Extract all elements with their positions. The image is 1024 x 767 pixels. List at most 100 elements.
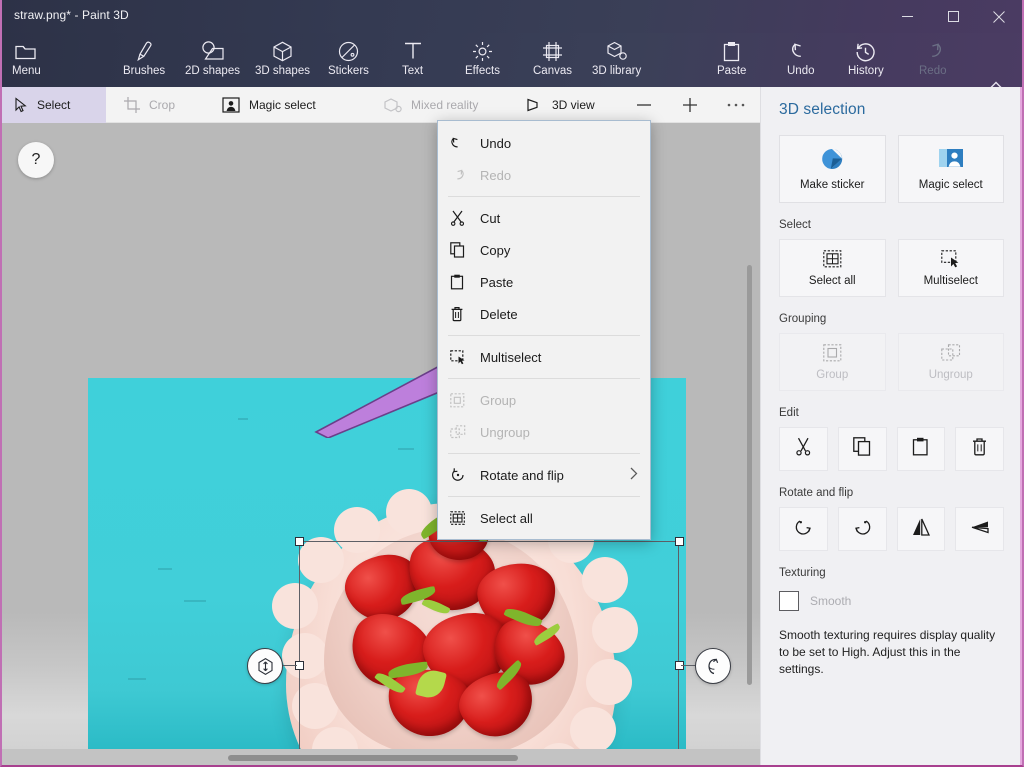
select-all-icon <box>450 510 480 526</box>
panel-group-button: Group <box>779 333 886 391</box>
ribbon-item-menu[interactable]: Menu <box>12 36 41 84</box>
maximize-button[interactable] <box>930 0 976 33</box>
trash-icon <box>450 306 480 322</box>
menu-separator <box>448 196 640 197</box>
ribbon-label: Redo <box>919 65 947 77</box>
panel-delete-button[interactable] <box>955 427 1004 471</box>
panel-rotate-right-button[interactable] <box>837 507 887 551</box>
ribbon-item-brushes[interactable]: Brushes <box>123 36 165 84</box>
right-side-panel: 3D selection Make sticker Magic select S… <box>760 87 1022 765</box>
make-sticker-button[interactable]: Make sticker <box>779 135 886 203</box>
vertical-scrollbar-thumb[interactable] <box>747 265 752 685</box>
undo-icon <box>450 136 480 150</box>
ribbon-label: Undo <box>787 65 815 77</box>
menu-item-multiselect[interactable]: Multiselect <box>438 341 650 373</box>
ribbon-item-3d-shapes[interactable]: 3D shapes <box>255 36 310 84</box>
ribbon-bar: Menu Brushes 2D shapes 3D shapes Sticker… <box>2 33 1022 90</box>
group-icon <box>823 343 842 365</box>
selection-handle[interactable] <box>675 537 684 546</box>
menu-item-undo[interactable]: Undo <box>438 127 650 159</box>
panel-paste-button[interactable] <box>896 427 946 471</box>
flip-vertical-icon <box>969 517 991 542</box>
ribbon-label: Canvas <box>533 65 572 77</box>
menu-separator <box>448 496 640 497</box>
scissors-icon <box>795 437 812 461</box>
menu-item-label: Multiselect <box>480 349 542 365</box>
ribbon-item-undo[interactable]: Undo <box>787 36 815 84</box>
ribbon-item-effects[interactable]: Effects <box>465 36 500 84</box>
ribbon-item-redo: Redo <box>919 36 947 84</box>
scale-vertical-icon <box>257 657 273 675</box>
menu-item-label: Redo <box>480 167 512 183</box>
sticker-icon <box>820 147 844 174</box>
multiselect-icon <box>941 249 961 271</box>
panel-title: 3D selection <box>779 101 866 118</box>
ribbon-item-3d-library[interactable]: 3D library <box>592 36 641 84</box>
panel-rotate-left-button[interactable] <box>779 507 828 551</box>
close-button[interactable] <box>976 0 1022 33</box>
ribbon-item-history[interactable]: History <box>848 36 884 84</box>
selection-bounding-box[interactable] <box>299 541 679 765</box>
ribbon-label: Menu <box>12 65 41 77</box>
ungroup-icon <box>450 424 480 440</box>
panel-ungroup-button: Ungroup <box>897 333 1004 391</box>
smooth-checkbox[interactable] <box>779 591 799 611</box>
panel-flip-horizontal-button[interactable] <box>896 507 946 551</box>
panel-multiselect-button[interactable]: Multiselect <box>897 239 1004 297</box>
texturing-section-label: Texturing <box>779 567 826 579</box>
panel-accent-edge <box>1020 87 1022 765</box>
vertical-scrollbar[interactable] <box>745 265 754 685</box>
trash-icon <box>971 437 988 461</box>
horizontal-scrollbar-thumb[interactable] <box>228 755 518 761</box>
rotate-left-icon <box>793 517 814 542</box>
menu-separator <box>448 453 640 454</box>
canvas-icon <box>542 39 563 63</box>
grouping-section-row: Group Ungroup <box>761 325 1022 391</box>
panel-cut-button[interactable] <box>779 427 828 471</box>
multiselect-icon <box>450 349 480 365</box>
panel-flip-vertical-button[interactable] <box>955 507 1004 551</box>
minimize-button[interactable] <box>884 0 930 33</box>
magic-select-button[interactable]: Magic select <box>897 135 1004 203</box>
ribbon-label: 3D library <box>592 65 642 77</box>
ribbon-item-stickers[interactable]: Stickers <box>328 36 369 84</box>
menu-item-label: Select all <box>480 510 533 526</box>
tool-label: Select <box>37 98 71 112</box>
help-label: ? <box>31 151 41 168</box>
menu-item-delete[interactable]: Delete <box>438 298 650 330</box>
menu-item-redo: Redo <box>438 159 650 191</box>
edit-section-label: Edit <box>779 407 799 419</box>
menu-item-label: Group <box>480 392 517 408</box>
window-controls <box>884 0 1022 33</box>
rotate-3d-gizmo[interactable] <box>695 648 731 684</box>
card-label: Multiselect <box>923 274 978 287</box>
selection-handle[interactable] <box>295 537 304 546</box>
scale-vertical-gizmo[interactable] <box>247 648 283 684</box>
help-button[interactable]: ? <box>18 142 54 178</box>
context-menu[interactable]: Undo Redo Cut Copy Paste Delete Multisel… <box>437 120 651 540</box>
zoom-out-button[interactable] <box>624 87 664 123</box>
ribbon-item-paste[interactable]: Paste <box>717 36 746 84</box>
paste-icon <box>722 39 741 63</box>
more-options-button[interactable] <box>716 87 756 123</box>
menu-item-copy[interactable]: Copy <box>438 234 650 266</box>
brush-icon <box>134 39 154 63</box>
menu-item-cut[interactable]: Cut <box>438 202 650 234</box>
ribbon-item-text[interactable]: Text <box>402 36 423 84</box>
panel-select-all-button[interactable]: Select all <box>779 239 886 297</box>
ribbon-item-2d-shapes[interactable]: 2D shapes <box>185 36 240 84</box>
zoom-in-button[interactable] <box>670 87 710 123</box>
tool-select[interactable]: Select <box>2 87 106 123</box>
mixed-reality-icon <box>384 97 402 113</box>
menu-item-select-all[interactable]: Select all <box>438 502 650 534</box>
panel-copy-button[interactable] <box>837 427 887 471</box>
menu-item-rotate-and-flip[interactable]: Rotate and flip <box>438 459 650 491</box>
rotate-3d-icon <box>707 657 718 674</box>
rotate-icon <box>450 467 480 483</box>
menu-item-paste[interactable]: Paste <box>438 266 650 298</box>
smooth-checkbox-row[interactable]: Smooth <box>761 579 1022 611</box>
horizontal-scrollbar[interactable] <box>2 749 760 765</box>
ribbon-item-canvas[interactable]: Canvas <box>533 36 572 84</box>
tool-3d-view[interactable]: 3D view <box>514 87 630 123</box>
tool-magic-select[interactable]: Magic select <box>210 87 362 123</box>
